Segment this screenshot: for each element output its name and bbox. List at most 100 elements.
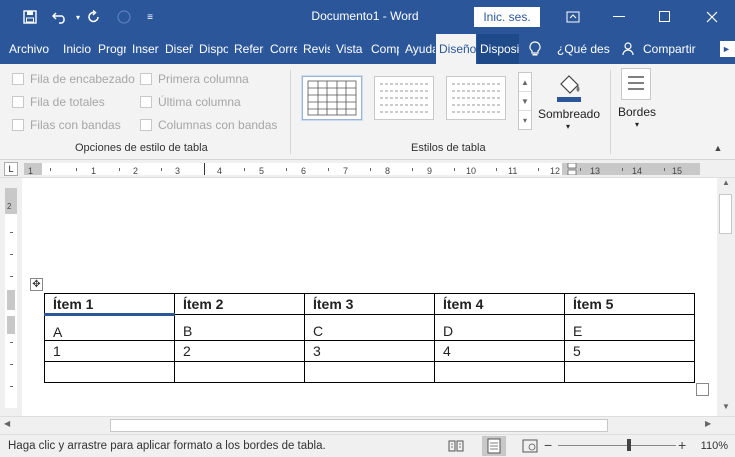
table-style-grid[interactable] (302, 76, 362, 120)
tell-me-search[interactable]: ¿Qué desea hacer? (554, 34, 610, 64)
table-cell[interactable]: A (44, 314, 175, 341)
table-row: A B C D E (44, 314, 695, 341)
borders-dropdown-icon[interactable]: ▾ (631, 120, 643, 129)
undo-icon[interactable] (50, 7, 70, 27)
document-table[interactable]: Ítem 1 Ítem 2 Ítem 3 Ítem 4 Ítem 5 A B C… (44, 293, 695, 383)
table-cell[interactable] (174, 361, 305, 383)
table-cell[interactable]: 2 (174, 340, 305, 362)
table-cell[interactable]: 3 (304, 340, 435, 362)
table-header-cell[interactable]: Ítem 1 (44, 293, 175, 316)
table-header-cell[interactable]: Ítem 2 (174, 293, 305, 315)
sign-in-button[interactable]: Inic. ses. (474, 7, 540, 27)
print-layout-icon[interactable] (482, 436, 506, 456)
gallery-up-icon[interactable]: ▲ (519, 73, 531, 92)
zoom-slider-track[interactable] (558, 445, 676, 446)
table-move-handle-icon[interactable]: ✥ (30, 278, 43, 291)
scroll-right-icon[interactable]: ▶ (705, 419, 717, 432)
ruler-strip: 1 1 2 3 4 5 6 7 8 9 10 11 12 13 14 15 (24, 163, 700, 176)
table-cell[interactable]: C (304, 314, 435, 341)
ribbon-scroll-right-icon[interactable]: ► (720, 41, 735, 57)
first-column-checkbox[interactable]: Primera columna (140, 72, 249, 86)
horizontal-ruler[interactable]: L 1 1 2 3 4 5 6 7 8 9 10 11 12 13 14 15 (0, 160, 735, 178)
tab-home[interactable]: Inicio (60, 34, 91, 64)
table-styles-label: Estilos de tabla (411, 142, 486, 154)
tab-insert[interactable]: Insertar (129, 34, 159, 64)
touch-mode-icon[interactable] (114, 7, 134, 27)
horizontal-scrollbar[interactable]: ◀ ▶ (0, 416, 735, 434)
table-style-plain[interactable] (374, 76, 434, 120)
scroll-left-icon[interactable]: ◀ (4, 419, 16, 432)
banded-rows-checkbox[interactable]: Filas con bandas (12, 118, 121, 132)
person-icon[interactable] (622, 34, 640, 64)
save-icon[interactable] (20, 7, 40, 27)
table-cell[interactable]: 4 (434, 340, 565, 362)
ribbon-display-options-icon[interactable] (550, 0, 596, 34)
table-cell[interactable] (434, 361, 565, 383)
share-button[interactable]: Compartir (640, 34, 704, 64)
ruler-number: 1 (91, 166, 97, 176)
tab-table-layout[interactable]: Disposición (477, 34, 519, 64)
borders-button[interactable]: Bordes (614, 105, 660, 119)
zoom-out-icon[interactable]: − (544, 437, 552, 453)
minimize-icon[interactable] (596, 0, 642, 34)
gallery-down-icon[interactable]: ▼ (519, 92, 531, 111)
total-row-checkbox[interactable]: Fila de totales (12, 95, 105, 109)
web-layout-icon[interactable] (522, 439, 538, 456)
vertical-scroll-thumb[interactable] (719, 194, 732, 234)
table-cell[interactable]: B (174, 314, 305, 341)
table-cell[interactable]: 1 (44, 340, 175, 362)
ruler-number: 14 (632, 166, 643, 176)
table-styles-gallery-scroll[interactable]: ▲ ▼ ▾ (518, 72, 532, 130)
scroll-down-icon[interactable]: ▼ (720, 402, 732, 416)
tab-table-design[interactable]: Diseño (436, 34, 476, 64)
tab-layout[interactable]: Disposición (196, 34, 228, 64)
tab-review[interactable]: Revisar (300, 34, 330, 64)
tab-mailings[interactable]: Correspondencia (267, 34, 297, 64)
collapse-ribbon-icon[interactable]: ▲ (711, 143, 725, 157)
ruler-number: 1 (28, 166, 34, 176)
zoom-slider-thumb[interactable] (626, 439, 631, 451)
table-cell[interactable]: D (434, 314, 565, 341)
tab-file[interactable]: Archivo (6, 34, 54, 64)
maximize-icon[interactable] (642, 0, 688, 34)
tab-view[interactable]: Vista (333, 34, 367, 64)
status-message: Haga clic y arrastre para aplicar format… (8, 440, 326, 452)
table-header-cell[interactable]: Ítem 4 (434, 293, 565, 315)
read-mode-icon[interactable] (448, 439, 464, 456)
close-icon[interactable] (689, 0, 735, 34)
group-divider (610, 70, 611, 154)
vertical-ruler[interactable]: 2 (0, 178, 22, 416)
table-cell[interactable] (304, 361, 435, 383)
banded-columns-checkbox[interactable]: Columnas con bandas (140, 118, 277, 132)
header-row-checkbox[interactable]: Fila de encabezado (12, 72, 135, 86)
redo-icon[interactable] (84, 7, 104, 27)
table-row: 1 2 3 4 5 (44, 340, 695, 362)
tab-design[interactable]: Diseño (162, 34, 193, 64)
zoom-level[interactable]: 110% (690, 440, 728, 452)
tab-references[interactable]: Referencias (231, 34, 264, 64)
table-cell[interactable] (564, 361, 695, 383)
last-column-checkbox[interactable]: Última columna (140, 95, 241, 109)
table-header-cell[interactable]: Ítem 5 (564, 293, 695, 315)
table-cell[interactable]: 5 (564, 340, 695, 362)
customize-toolbar-icon[interactable]: ≡ (140, 7, 160, 27)
borders-icon[interactable] (621, 68, 651, 100)
table-resize-handle[interactable] (696, 383, 709, 396)
tab-developer[interactable]: Progra (95, 34, 126, 64)
table-cell[interactable] (44, 361, 175, 383)
tab-selector[interactable]: L (4, 162, 18, 176)
scroll-up-icon[interactable]: ▲ (720, 178, 732, 192)
lightbulb-icon[interactable] (528, 34, 548, 64)
tab-add-ins[interactable]: Complementos (368, 34, 399, 64)
horizontal-scroll-thumb[interactable] (110, 419, 608, 432)
shading-dropdown-icon[interactable]: ▾ (562, 122, 574, 131)
table-cell[interactable]: E (564, 314, 695, 341)
shading-button[interactable]: Sombreado (536, 107, 602, 121)
zoom-in-icon[interactable]: + (678, 437, 686, 453)
gallery-more-icon[interactable]: ▾ (519, 111, 531, 130)
vertical-scrollbar[interactable]: ▲ ▼ (717, 178, 735, 416)
tab-help[interactable]: Ayuda (402, 34, 435, 64)
table-style-light[interactable] (446, 76, 506, 120)
shading-icon[interactable] (554, 70, 584, 104)
table-header-cell[interactable]: Ítem 3 (304, 293, 435, 315)
